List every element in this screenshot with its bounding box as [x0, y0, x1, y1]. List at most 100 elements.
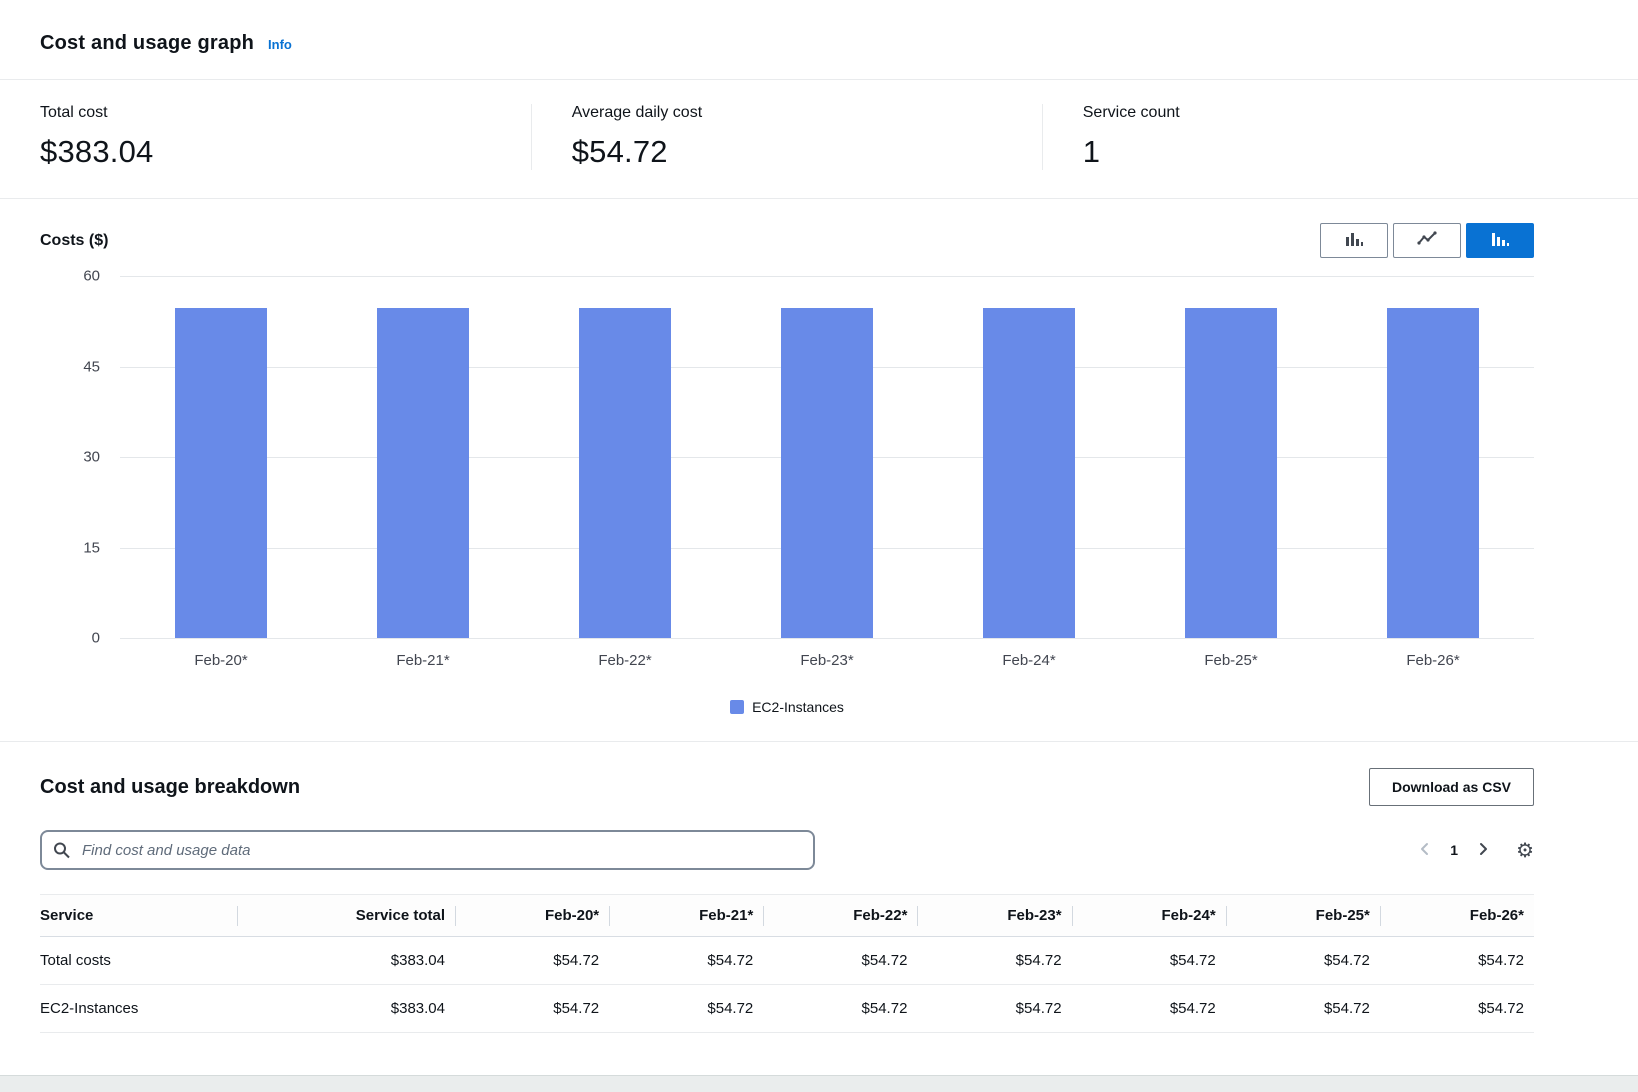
value-cell: $383.04 — [237, 937, 455, 984]
x-axis-label: Feb-21* — [322, 652, 524, 669]
table-spacer — [40, 1033, 1534, 1075]
column-header: Service total — [237, 895, 455, 936]
value-cell: $54.72 — [763, 985, 917, 1032]
value-cell: $54.72 — [609, 937, 763, 984]
line-chart-toggle-button[interactable] — [1393, 223, 1461, 258]
value-cell: $54.72 — [917, 937, 1071, 984]
stat-average-daily-cost: Average daily cost $54.72 — [531, 104, 1042, 170]
chart-bar-feb-20[interactable] — [175, 308, 267, 638]
chart-bar-feb-22[interactable] — [579, 308, 671, 638]
stat-value: 1 — [1083, 134, 1638, 170]
chart-bar-feb-26[interactable] — [1387, 308, 1479, 638]
search-input[interactable] — [40, 830, 815, 870]
y-axis-tick-label: 0 — [92, 630, 100, 647]
chevron-right-icon — [1476, 841, 1490, 860]
value-cell: $54.72 — [1380, 985, 1534, 1032]
column-header: Feb-23* — [917, 895, 1071, 936]
table-row: Total costs$383.04$54.72$54.72$54.72$54.… — [40, 937, 1534, 985]
breakdown-header: Cost and usage breakdown Download as CSV — [40, 768, 1534, 806]
cost-explorer-panel: Cost and usage graph Info Total cost $38… — [0, 0, 1638, 1076]
chart-type-toggle-group — [1320, 223, 1534, 258]
settings-gear-icon[interactable]: ⚙ — [1516, 840, 1534, 860]
value-cell: $54.72 — [1072, 985, 1226, 1032]
bar-slot — [726, 276, 928, 638]
info-link[interactable]: Info — [268, 37, 292, 52]
column-header: Feb-22* — [763, 895, 917, 936]
value-cell: $54.72 — [1226, 985, 1380, 1032]
value-cell: $54.72 — [917, 985, 1071, 1032]
chart-plot: 015304560 — [120, 276, 1534, 638]
column-header: Feb-21* — [609, 895, 763, 936]
gridline — [120, 638, 1534, 639]
page-number[interactable]: 1 — [1450, 842, 1458, 858]
next-page-button[interactable] — [1474, 839, 1492, 862]
x-axis-label: Feb-25* — [1130, 652, 1332, 669]
breakdown-title: Cost and usage breakdown — [40, 776, 300, 799]
x-axis-label: Feb-22* — [524, 652, 726, 669]
chart-section: Costs ($) — [0, 199, 1638, 742]
value-cell: $383.04 — [237, 985, 455, 1032]
column-header: Service — [40, 895, 237, 936]
stacked-bar-chart-icon — [1490, 230, 1510, 251]
breakdown-section: Cost and usage breakdown Download as CSV — [0, 742, 1638, 1075]
table-header-row: ServiceService totalFeb-20*Feb-21*Feb-22… — [40, 894, 1534, 937]
pagination: 1 ⚙ — [1416, 839, 1534, 862]
chart-bar-feb-25[interactable] — [1185, 308, 1277, 638]
previous-page-button[interactable] — [1416, 839, 1434, 862]
service-cell: Total costs — [40, 937, 237, 984]
chart-bar-feb-24[interactable] — [983, 308, 1075, 638]
bar-slot — [1130, 276, 1332, 638]
legend-item[interactable]: EC2-Instances — [730, 699, 844, 715]
table-body: Total costs$383.04$54.72$54.72$54.72$54.… — [40, 937, 1534, 1033]
value-cell: $54.72 — [455, 985, 609, 1032]
y-axis-tick-label: 45 — [83, 358, 100, 375]
chart-bar-feb-23[interactable] — [781, 308, 873, 638]
y-axis-tick-label: 30 — [83, 449, 100, 466]
service-cell: EC2-Instances — [40, 985, 237, 1032]
bar-slot — [120, 276, 322, 638]
search-box — [40, 830, 815, 870]
stat-total-cost: Total cost $383.04 — [0, 104, 531, 170]
value-cell: $54.72 — [455, 937, 609, 984]
cost-usage-table: ServiceService totalFeb-20*Feb-21*Feb-22… — [40, 894, 1534, 1033]
x-axis-label: Feb-26* — [1332, 652, 1534, 669]
chart-bars — [120, 276, 1534, 638]
y-axis-tick-label: 15 — [83, 539, 100, 556]
x-axis-label: Feb-20* — [120, 652, 322, 669]
chart-bar-feb-21[interactable] — [377, 308, 469, 638]
bar-chart-icon — [1344, 230, 1364, 251]
stat-value: $54.72 — [572, 134, 1042, 170]
y-axis-tick-label: 60 — [83, 268, 100, 285]
x-axis-labels: Feb-20*Feb-21*Feb-22*Feb-23*Feb-24*Feb-2… — [120, 652, 1534, 669]
chevron-left-icon — [1418, 841, 1432, 860]
value-cell: $54.72 — [609, 985, 763, 1032]
stat-label: Service count — [1083, 104, 1638, 122]
value-cell: $54.72 — [763, 937, 917, 984]
stat-value: $383.04 — [40, 134, 531, 170]
chart-axis-title: Costs ($) — [40, 232, 108, 250]
graph-header: Cost and usage graph Info — [0, 0, 1638, 80]
bar-slot — [322, 276, 524, 638]
bar-slot — [1332, 276, 1534, 638]
x-axis-label: Feb-23* — [726, 652, 928, 669]
summary-stats: Total cost $383.04 Average daily cost $5… — [0, 80, 1638, 199]
bar-chart-toggle-button[interactable] — [1320, 223, 1388, 258]
legend-label: EC2-Instances — [752, 699, 844, 715]
download-csv-button[interactable]: Download as CSV — [1369, 768, 1534, 806]
bar-slot — [524, 276, 726, 638]
stacked-bar-chart-toggle-button[interactable] — [1466, 223, 1534, 258]
stat-service-count: Service count 1 — [1042, 104, 1638, 170]
bar-slot — [928, 276, 1130, 638]
column-header: Feb-26* — [1380, 895, 1534, 936]
cost-usage-chart: 015304560 Feb-20*Feb-21*Feb-22*Feb-23*Fe… — [40, 276, 1534, 715]
page-title: Cost and usage graph — [40, 32, 254, 55]
value-cell: $54.72 — [1072, 937, 1226, 984]
value-cell: $54.72 — [1226, 937, 1380, 984]
chart-toolbar: Costs ($) — [40, 223, 1534, 258]
x-axis-label: Feb-24* — [928, 652, 1130, 669]
column-header: Feb-20* — [455, 895, 609, 936]
chart-legend: EC2-Instances — [40, 699, 1534, 715]
line-chart-icon — [1417, 230, 1437, 251]
table-controls: 1 ⚙ — [40, 830, 1534, 870]
table-row: EC2-Instances$383.04$54.72$54.72$54.72$5… — [40, 985, 1534, 1033]
